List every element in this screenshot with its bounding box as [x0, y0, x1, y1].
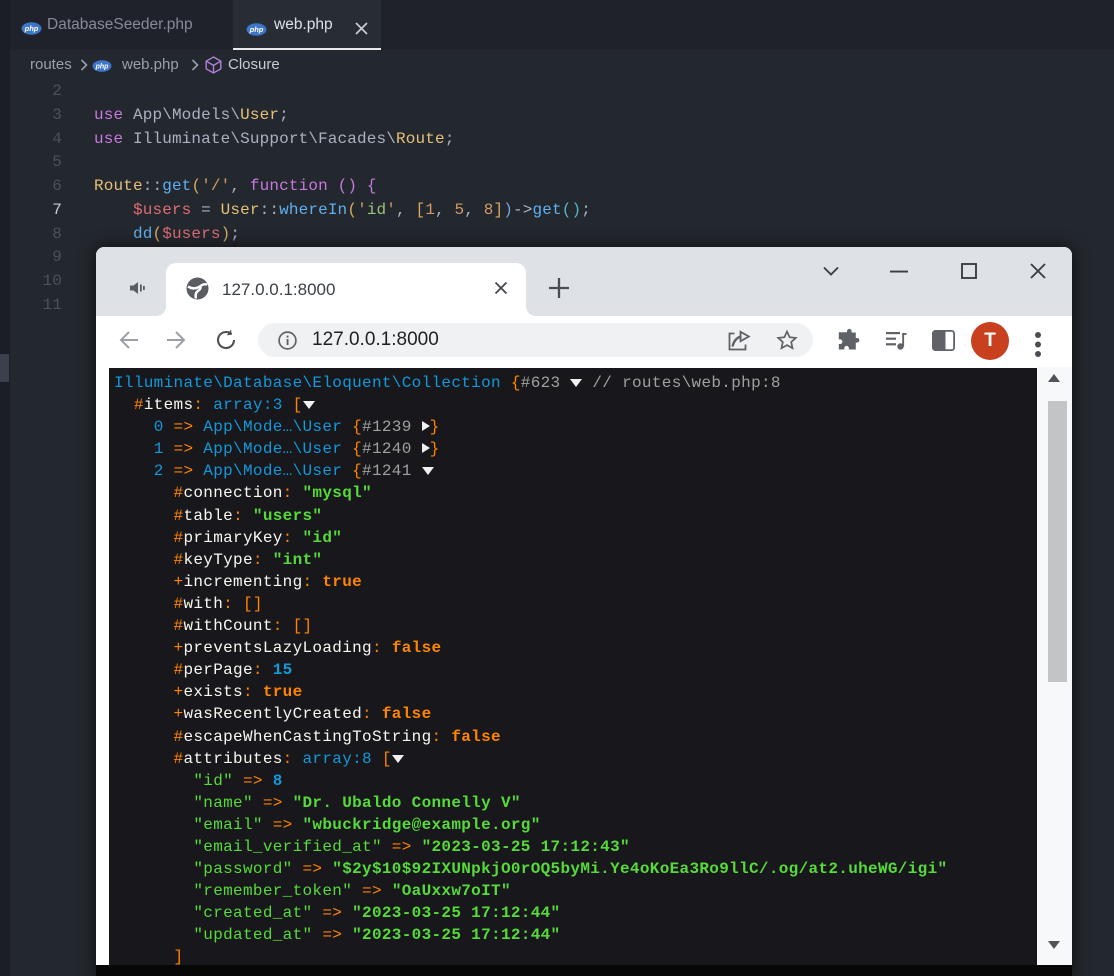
svg-text:php: php	[249, 25, 264, 34]
svg-text:php: php	[24, 24, 39, 33]
svg-text:php: php	[95, 64, 110, 71]
